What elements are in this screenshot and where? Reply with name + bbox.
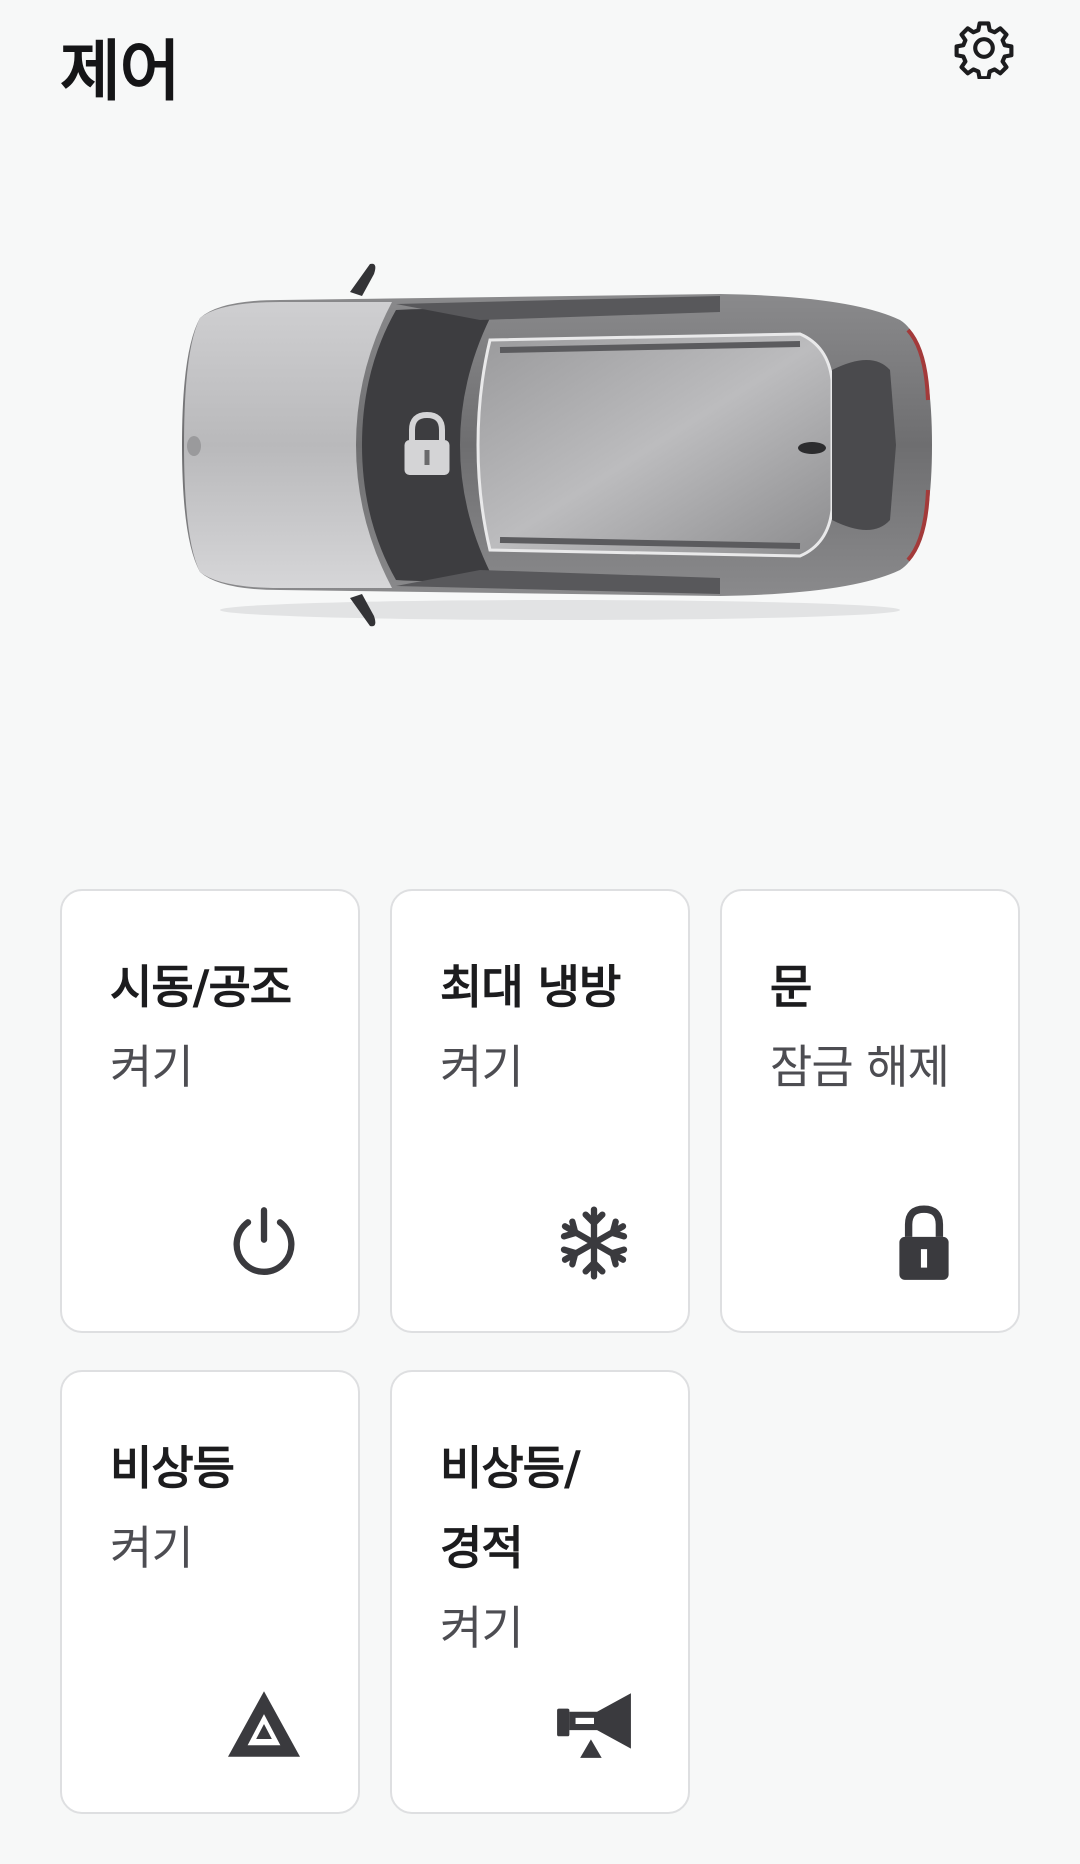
- lock-icon: [404, 411, 450, 475]
- hazard-lights-tile[interactable]: 비상등 켜기: [60, 1370, 360, 1814]
- lock-icon: [882, 1201, 966, 1285]
- tile-title: 시동/공조: [110, 960, 292, 1014]
- car-image: [182, 263, 932, 627]
- page-title: 제어: [60, 33, 180, 110]
- tile-status: 켜기: [110, 1521, 194, 1575]
- tile-status: 켜기: [440, 1601, 524, 1655]
- vehicle-top-view: [160, 260, 940, 630]
- tile-status: 켜기: [110, 1040, 194, 1094]
- snowflake-icon: [552, 1201, 636, 1285]
- settings-button[interactable]: [948, 12, 1020, 84]
- horn-icon: [552, 1682, 636, 1766]
- tile-status: 잠금 해제: [770, 1040, 950, 1094]
- tile-title: 비상등: [110, 1441, 235, 1495]
- gear-icon: [954, 21, 1014, 79]
- header: 제어: [0, 0, 1080, 130]
- engine-climate-tile[interactable]: 시동/공조 켜기: [60, 889, 360, 1333]
- car-lock-status-button[interactable]: [396, 410, 458, 480]
- hazard-icon: [222, 1682, 306, 1766]
- door-lock-tile[interactable]: 문 잠금 해제: [720, 889, 1020, 1333]
- max-cooling-tile[interactable]: 최대 냉방 켜기: [390, 889, 690, 1333]
- tile-title: 문: [770, 960, 812, 1014]
- tile-title: 비상등/ 경적: [440, 1428, 664, 1588]
- hazard-horn-tile[interactable]: 비상등/ 경적 켜기: [390, 1370, 690, 1814]
- tile-title: 최대 냉방: [440, 960, 621, 1014]
- tile-title-line: 비상등/: [440, 1441, 581, 1495]
- tile-status: 켜기: [440, 1040, 524, 1094]
- tile-title-line: 경적: [440, 1521, 524, 1575]
- power-icon: [222, 1201, 306, 1285]
